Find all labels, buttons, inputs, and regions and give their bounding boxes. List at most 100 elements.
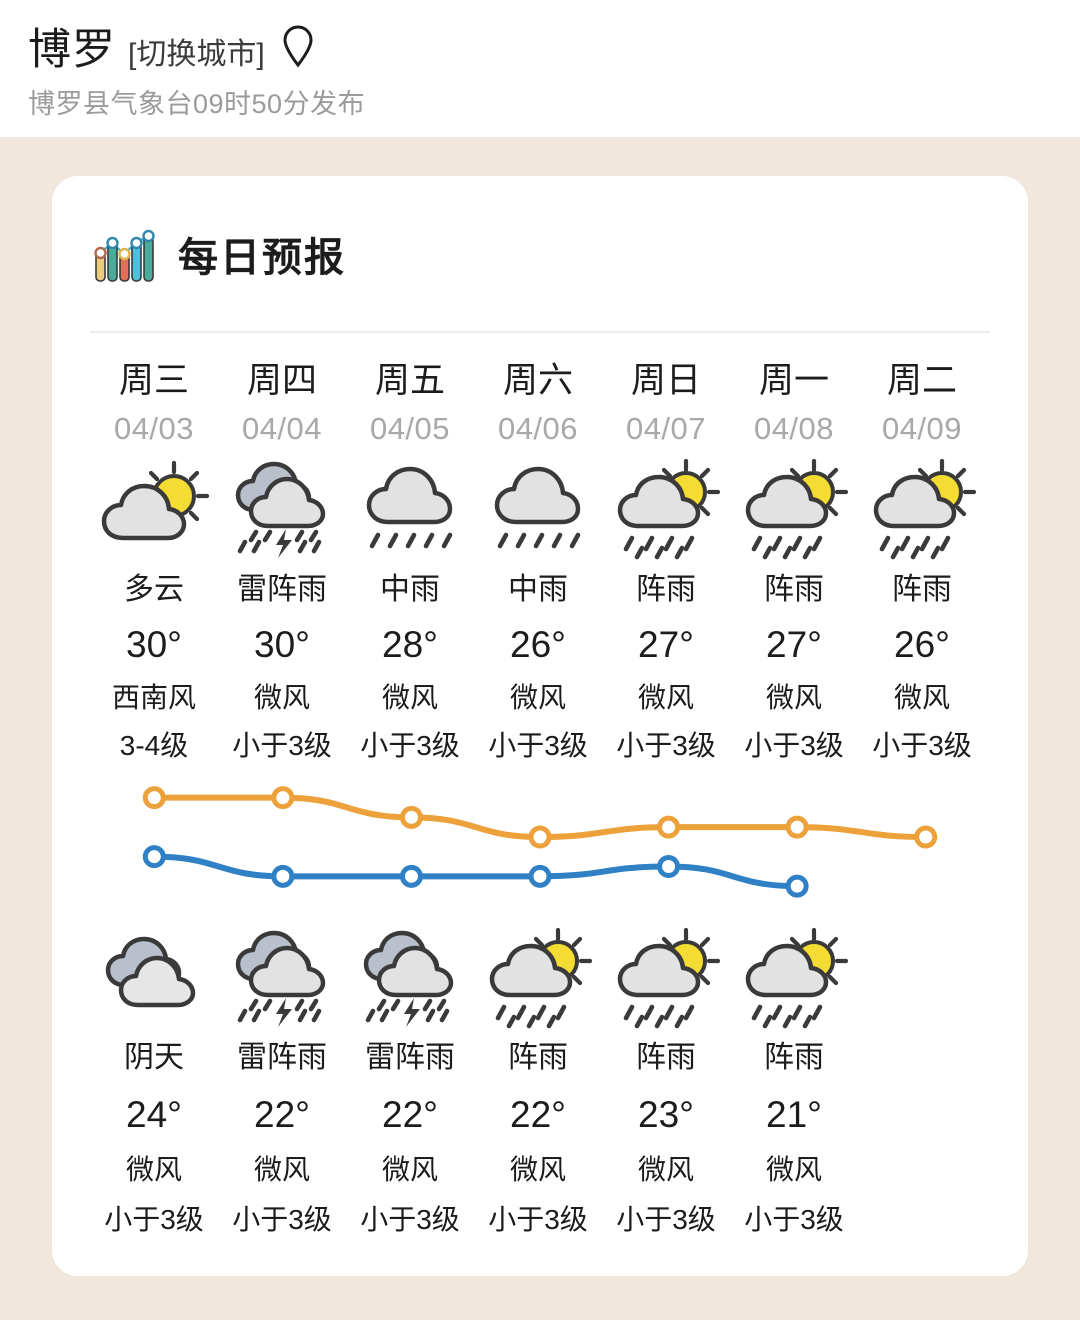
- forecast-column-day-5[interactable]: 周日 04/07 阵雨 27° 微风 小于3级: [602, 356, 730, 770]
- date-label: 04/04: [241, 411, 323, 446]
- temperature-label: 26°: [894, 624, 950, 665]
- temperature-trend-svg: [142, 786, 938, 898]
- daily-forecast-card: 每日预报 周三 04/03 多云 30° 西南风 3-4级 周四 04/04 雷…: [52, 176, 1028, 1276]
- forecast-column-night-6[interactable]: 阵雨 21° 微风 小于3级: [730, 922, 858, 1246]
- date-label: 04/09: [881, 411, 963, 446]
- low-temp-point-4: [657, 855, 681, 878]
- card-header: 每日预报: [52, 176, 1028, 286]
- temperature-label: 28°: [382, 624, 438, 665]
- page-header: 博罗 [切换城市] 博罗县气象台09时50分发布: [0, 0, 1080, 137]
- condition-label: 雷阵雨: [237, 1041, 327, 1074]
- temperature-label: 27°: [766, 624, 822, 665]
- nighttime-forecast-grid: 阴天 24° 微风 小于3级 雷阵雨 22° 微风 小于3级 雷阵雨 22° 微…: [90, 922, 990, 1246]
- date-label: 04/06: [497, 411, 579, 446]
- location-pin-icon[interactable]: [281, 24, 315, 73]
- weekday-label: 周四: [246, 361, 317, 400]
- low-temp-point-5: [785, 874, 809, 898]
- temperature-label: 30°: [126, 624, 182, 665]
- rain-icon: [482, 452, 594, 564]
- wind-direction-label: 西南风: [111, 682, 196, 713]
- weekday-label: 周六: [502, 361, 573, 400]
- wind-direction-label: 微风: [637, 682, 694, 713]
- condition-label: 雷阵雨: [365, 1041, 455, 1074]
- temperature-label: 23°: [638, 1094, 694, 1135]
- wind-level-label: 小于3级: [616, 1204, 716, 1235]
- weekday-label: 周二: [886, 361, 957, 400]
- wind-direction-label: 微风: [381, 682, 438, 713]
- low-temp-point-1: [271, 864, 295, 888]
- wind-direction-label: 微风: [893, 682, 950, 713]
- sun-cloud-rain-icon: [610, 452, 722, 564]
- temperature-label: 30°: [254, 624, 310, 665]
- temperature-label: 27°: [638, 624, 694, 665]
- high-temp-point-0: [142, 786, 166, 810]
- overcast-icon: [98, 922, 210, 1032]
- high-temp-point-6: [914, 825, 938, 849]
- condition-label: 中雨: [380, 573, 440, 606]
- thunderstorm-icon: [226, 922, 338, 1032]
- forecast-column-night-4[interactable]: 阵雨 22° 微风 小于3级: [474, 922, 602, 1246]
- forecast-column-day-3[interactable]: 周五 04/05 中雨 28° 微风 小于3级: [346, 356, 474, 770]
- high-temp-point-1: [271, 786, 295, 810]
- weekday-label: 周一: [758, 361, 829, 400]
- wind-level-label: 小于3级: [360, 1204, 460, 1235]
- sun-cloud-rain-icon: [482, 922, 594, 1032]
- wind-direction-label: 微风: [765, 682, 822, 713]
- condition-label: 阵雨: [636, 1041, 696, 1074]
- condition-label: 阴天: [124, 1041, 184, 1074]
- condition-label: 阵雨: [764, 573, 824, 606]
- wind-level-label: 小于3级: [488, 1204, 588, 1235]
- condition-label: 雷阵雨: [237, 573, 327, 606]
- high-temp-point-5: [785, 815, 809, 839]
- temperature-label: 26°: [510, 624, 566, 665]
- temperature-label: 22°: [382, 1094, 438, 1135]
- wind-level-label: 小于3级: [744, 1204, 844, 1235]
- weather-forecast-page: 博罗 [切换城市] 博罗县气象台09时50分发布 每日预报 周三 04/03 多…: [0, 0, 1080, 1320]
- date-label: 04/05: [369, 411, 451, 446]
- wind-direction-label: 微风: [253, 1154, 310, 1185]
- high-temp-point-3: [528, 825, 552, 849]
- condition-label: 中雨: [508, 573, 568, 606]
- bar-chart-icon: [90, 223, 156, 285]
- temperature-label: 22°: [510, 1094, 566, 1135]
- high-temp-point-4: [657, 815, 681, 839]
- forecast-column-day-4[interactable]: 周六 04/06 中雨 26° 微风 小于3级: [474, 356, 602, 770]
- partly-cloudy-icon: [98, 452, 210, 564]
- card-title: 每日预报: [178, 236, 346, 280]
- sun-cloud-rain-icon: [738, 452, 850, 564]
- weekday-label: 周五: [374, 361, 445, 400]
- wind-direction-label: 微风: [381, 1154, 438, 1185]
- condition-label: 阵雨: [892, 573, 952, 606]
- wind-direction-label: 微风: [253, 682, 310, 713]
- sun-cloud-rain-icon: [866, 452, 978, 564]
- weekday-label: 周日: [630, 361, 701, 400]
- forecast-column-day-6[interactable]: 周一 04/08 阵雨 27° 微风 小于3级: [730, 356, 858, 770]
- date-label: 04/08: [753, 411, 835, 446]
- temperature-label: 21°: [766, 1094, 822, 1135]
- switch-city-link[interactable]: [切换城市]: [128, 28, 265, 82]
- forecast-column-day-7[interactable]: 周二 04/09 阵雨 26° 微风 小于3级: [858, 356, 986, 770]
- sun-cloud-rain-icon: [738, 922, 850, 1032]
- wind-direction-label: 微风: [765, 1154, 822, 1185]
- forecast-column-night-2[interactable]: 雷阵雨 22° 微风 小于3级: [218, 922, 346, 1246]
- temperature-label: 22°: [254, 1094, 310, 1135]
- wind-direction-label: 微风: [509, 1154, 566, 1185]
- publish-time: 博罗县气象台09时50分发布: [28, 89, 366, 119]
- card-divider: [90, 331, 990, 333]
- date-label: 04/03: [113, 411, 195, 446]
- forecast-column-night-7-empty: [858, 922, 986, 1246]
- condition-label: 阵雨: [764, 1041, 824, 1074]
- temperature-trend-chart: [90, 762, 990, 922]
- forecast-column-night-3[interactable]: 雷阵雨 22° 微风 小于3级: [346, 922, 474, 1246]
- thunderstorm-icon: [226, 452, 338, 564]
- sun-cloud-rain-icon: [610, 922, 722, 1032]
- low-temp-line: [151, 853, 801, 890]
- forecast-column-night-1[interactable]: 阴天 24° 微风 小于3级: [90, 922, 218, 1246]
- forecast-column-day-2[interactable]: 周四 04/04 雷阵雨 30° 微风 小于3级: [218, 356, 346, 770]
- forecast-column-day-1[interactable]: 周三 04/03 多云 30° 西南风 3-4级: [90, 356, 218, 770]
- daytime-forecast-grid: 周三 04/03 多云 30° 西南风 3-4级 周四 04/04 雷阵雨 30…: [90, 356, 990, 770]
- forecast-column-night-5[interactable]: 阵雨 23° 微风 小于3级: [602, 922, 730, 1246]
- date-label: 04/07: [625, 411, 707, 446]
- wind-direction-label: 微风: [125, 1154, 182, 1185]
- wind-direction-label: 微风: [637, 1154, 694, 1185]
